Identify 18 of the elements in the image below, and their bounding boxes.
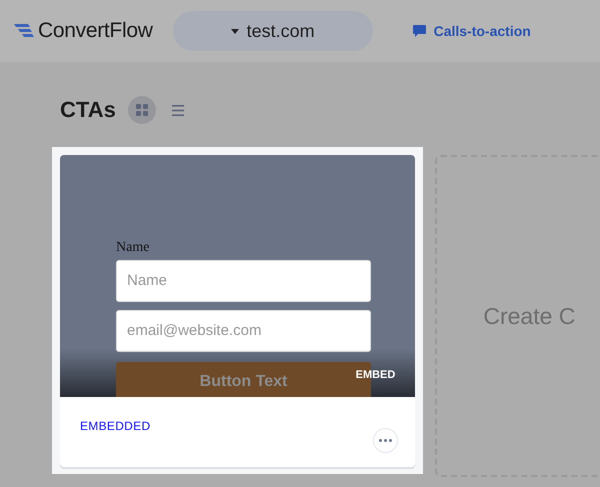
- site-selector[interactable]: test.com: [172, 11, 373, 51]
- input-field: Name: [116, 260, 371, 302]
- logo-icon: [14, 23, 34, 39]
- logo-text: ConvertFlow: [38, 18, 153, 44]
- embed-label: EMBED: [356, 368, 396, 382]
- caret-icon: [230, 28, 239, 34]
- more-button[interactable]: [373, 428, 398, 453]
- grid-view-button[interactable]: [128, 96, 156, 124]
- cta-type: EMBEDDED: [80, 418, 150, 435]
- chat-icon: [412, 25, 426, 37]
- cta-card[interactable]: Name Name email@website.com Button Text EMBED EMBEDDED: [60, 155, 416, 467]
- list-icon: [172, 104, 184, 116]
- field-label: Name: [116, 239, 150, 257]
- more-icon: [379, 439, 392, 442]
- page-title: CTAs: [60, 96, 116, 124]
- input-field: email@website.com: [116, 310, 371, 352]
- create-label: Create C: [482, 302, 576, 331]
- grid-icon: [136, 104, 148, 116]
